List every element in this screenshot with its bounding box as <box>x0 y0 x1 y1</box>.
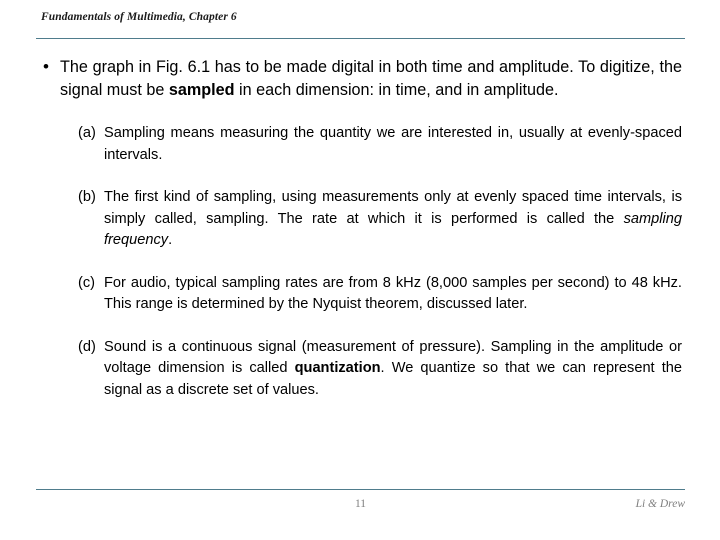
sub-item-b: (b) The first kind of sampling, using mea… <box>36 187 682 252</box>
sub-item-a-text-part1: Sampling means measuring the quantity we… <box>104 125 682 163</box>
sub-items-list: (a) Sampling means measuring the quantity… <box>36 123 686 401</box>
sub-item-b-label: (b) <box>78 189 96 205</box>
main-bullet-item: • The graph in Fig. 6.1 has to be made d… <box>36 56 682 101</box>
slide-body: • The graph in Fig. 6.1 has to be made d… <box>36 48 686 483</box>
slide-canvas: Fundamentals of Multimedia, Chapter 6 • … <box>0 0 720 540</box>
sub-item-c-text-part1: For audio, typical sampling rates are fr… <box>104 274 682 313</box>
sub-item-a: (a) Sampling means measuring the quantity… <box>36 123 682 166</box>
footer-divider <box>36 489 685 490</box>
sub-item-d-label: (d) <box>78 338 96 355</box>
main-bullet-text: The graph in Fig. 6.1 has to be made dig… <box>60 56 682 101</box>
header-divider <box>36 38 685 39</box>
sub-item-c-label: (c) <box>78 274 96 291</box>
sub-item-a-label: (a) <box>78 125 96 141</box>
bullet-point-icon: • <box>43 57 49 76</box>
sub-item-d: (d) Sound is a continuous signal (measure… <box>36 337 682 402</box>
sub-item-b-text-part1: The first kind of sampling, using measur… <box>104 189 682 227</box>
slide-footer: 11 Li & Drew <box>36 498 685 518</box>
main-bullet-text-part2: in each dimension: in time, and in ampli… <box>234 80 559 99</box>
footer-authors: Li & Drew <box>635 498 685 510</box>
sub-item-c: (c) For audio, typical sampling rates are… <box>36 273 682 316</box>
sub-item-b-text-part2: . <box>168 232 173 248</box>
sub-item-d-emphasis: quantization <box>294 360 381 376</box>
page-number: 11 <box>354 498 367 510</box>
main-bullet-emphasis: sampled <box>168 80 235 99</box>
slide-header: Fundamentals of Multimedia, Chapter 6 <box>41 11 237 23</box>
